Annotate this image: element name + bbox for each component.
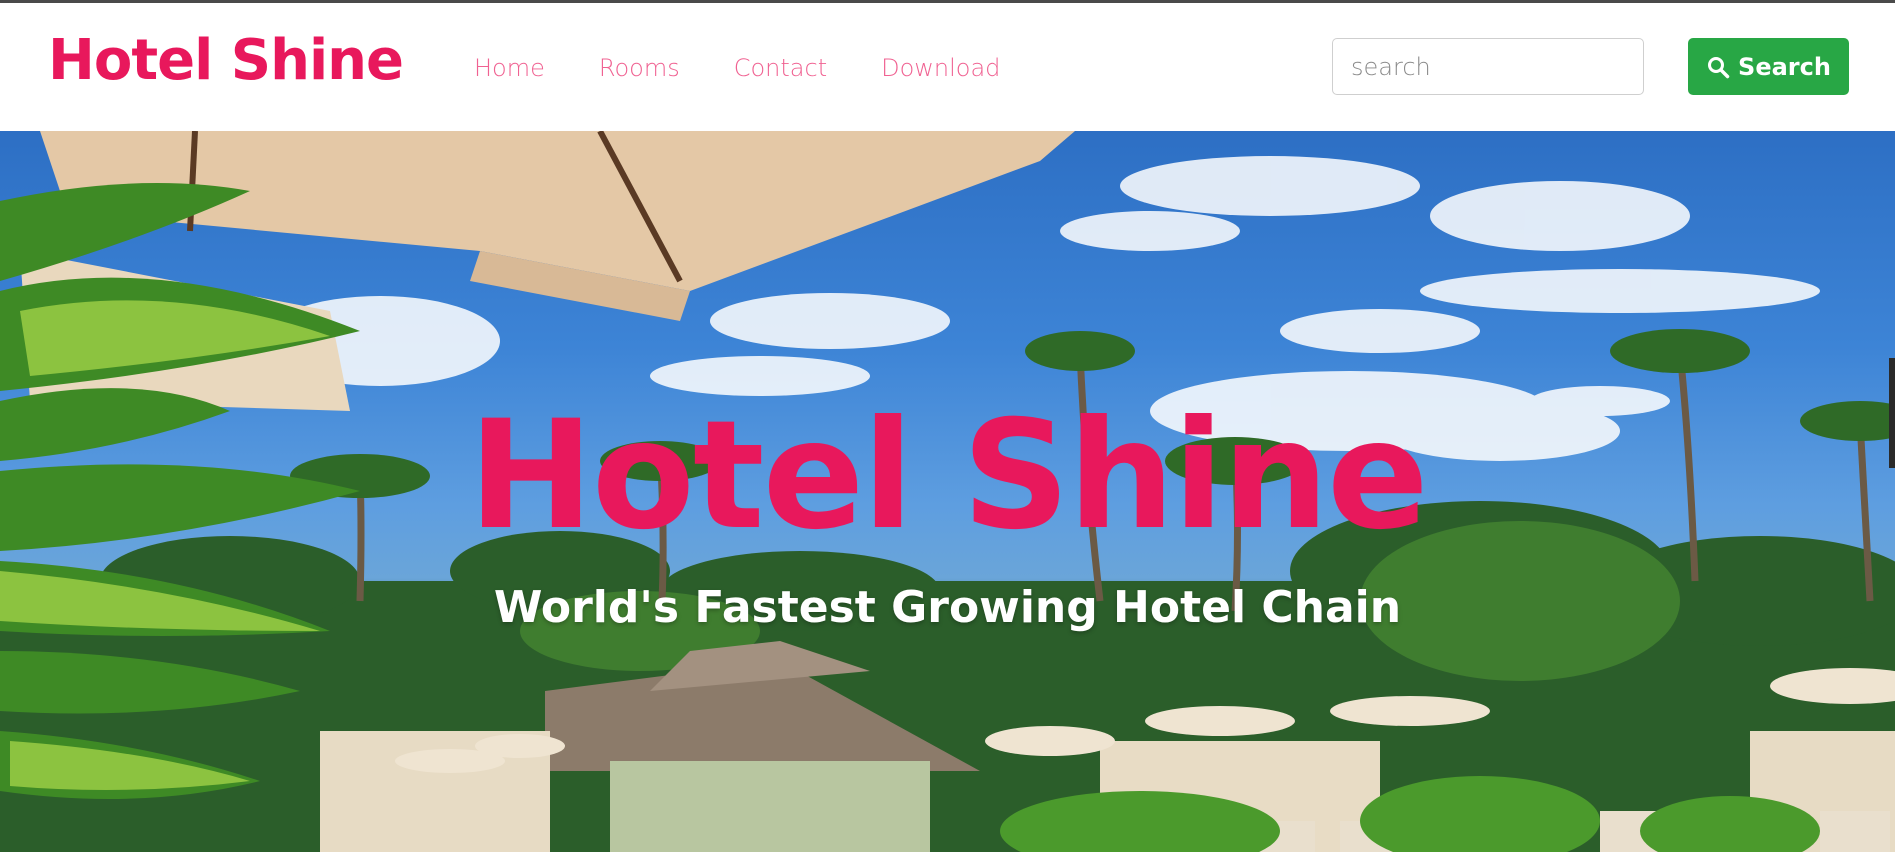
brand-logo[interactable]: Hotel Shine <box>48 33 404 89</box>
edge-widget <box>1889 358 1895 468</box>
search-input[interactable] <box>1332 38 1644 95</box>
nav-link-contact[interactable]: Contact <box>734 53 827 83</box>
nav-link-rooms[interactable]: Rooms <box>599 53 680 83</box>
hero-title: Hotel Shine <box>468 389 1428 563</box>
search-button[interactable]: Search <box>1688 38 1849 95</box>
search-button-label: Search <box>1738 52 1831 81</box>
main-nav: Home Rooms Contact Download <box>474 53 1054 83</box>
navbar: Hotel Shine Home Rooms Contact Download … <box>0 3 1895 131</box>
nav-link-home[interactable]: Home <box>474 53 545 83</box>
search-icon <box>1708 56 1730 78</box>
hero-subtitle: World's Fastest Growing Hotel Chain <box>493 582 1402 633</box>
nav-link-download[interactable]: Download <box>881 53 1000 83</box>
hero-banner: Hotel Shine World's Fastest Growing Hote… <box>0 131 1895 852</box>
